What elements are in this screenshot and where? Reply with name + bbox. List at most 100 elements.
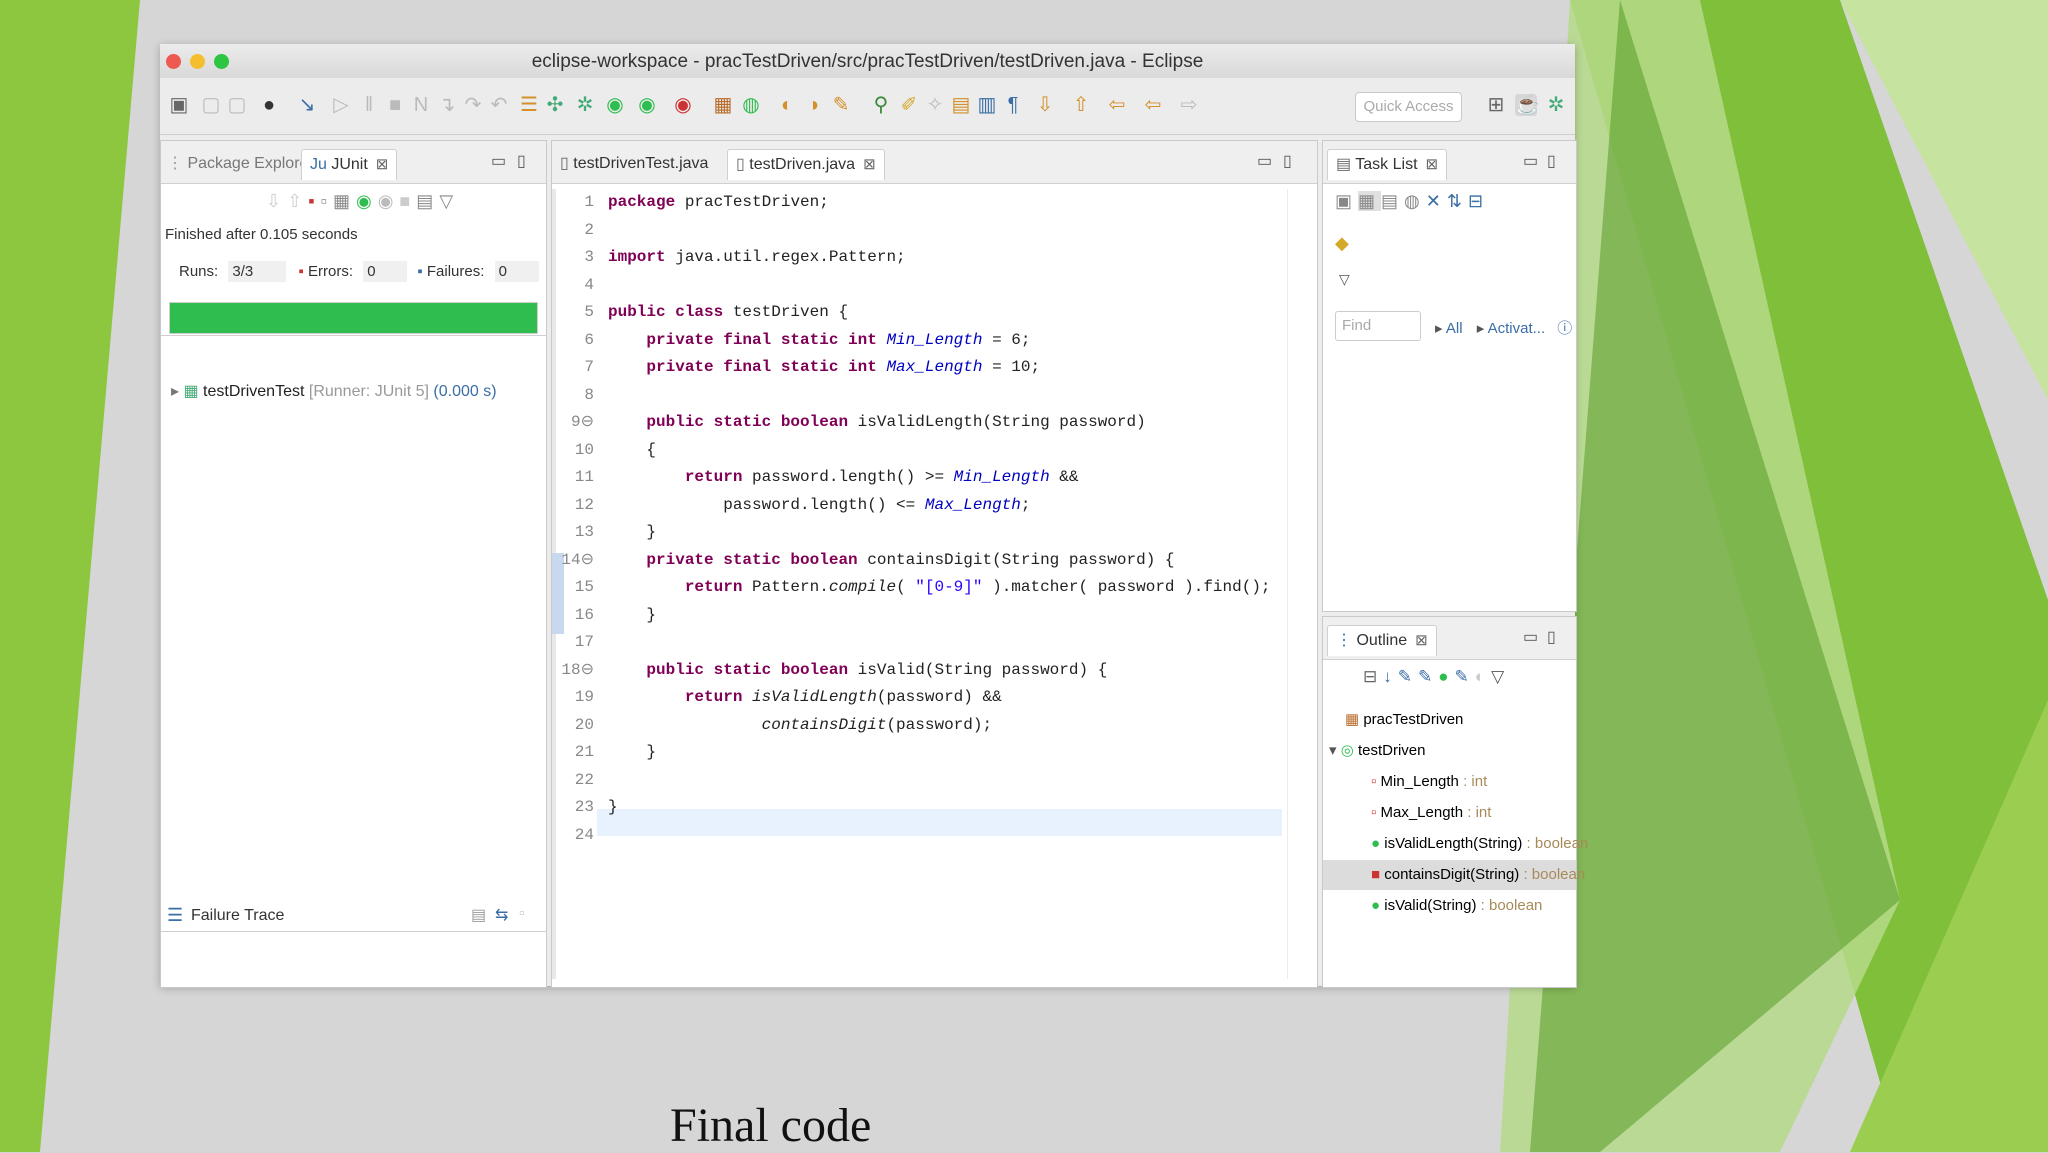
hide-static-icon[interactable]: ✎ <box>1418 667 1438 686</box>
terminate-icon[interactable]: ■ <box>384 94 406 116</box>
history-icon[interactable]: ▤ <box>416 191 439 211</box>
profile-icon[interactable]: ● <box>258 94 280 116</box>
close-icon[interactable]: ⊠ <box>376 156 389 173</box>
task-repository-icon[interactable]: ◆ <box>1335 233 1349 254</box>
minimize-icon[interactable]: ▭ <box>1257 151 1272 171</box>
java-perspective-icon[interactable]: ☕ <box>1515 94 1540 116</box>
previous-annotation-icon[interactable]: ⇧ <box>1070 94 1092 116</box>
copy-trace-icon[interactable]: ▫ <box>519 905 525 923</box>
outline-item-method[interactable]: ● isValidLength(String) : boolean <box>1371 829 1588 859</box>
expand-arrow-icon[interactable]: ▸ <box>171 383 183 400</box>
search-icon[interactable]: ✎ <box>830 94 852 116</box>
tab-task-list[interactable]: ▤ Task List ⊠ <box>1327 149 1448 180</box>
outline-item-package[interactable]: ▦ pracTestDriven <box>1345 705 1463 735</box>
scheduled-icon[interactable]: ▤ <box>1381 191 1404 211</box>
view-menu-icon[interactable]: ▽ <box>439 191 459 211</box>
minimize-icon[interactable]: ▭ <box>1523 627 1538 647</box>
forward-icon[interactable]: ⇨ <box>1178 94 1200 116</box>
rerun-icon[interactable]: ◉ <box>356 191 378 211</box>
hide-nonpublic-icon[interactable]: ● <box>1438 667 1454 686</box>
open-task-icon[interactable]: ◑ <box>802 94 824 116</box>
open-type-icon[interactable]: ◐ <box>776 94 798 116</box>
compare-results-icon[interactable]: ⇆ <box>495 905 508 925</box>
outline-item-method[interactable]: ■ containsDigit(String) : boolean <box>1371 860 1585 890</box>
save-all-icon[interactable]: ▢ <box>226 94 248 116</box>
toggle-block-icon[interactable]: ✧ <box>924 94 946 116</box>
stop-icon[interactable]: ■ <box>399 191 416 211</box>
collapse-all-icon[interactable]: ⊟ <box>1363 667 1383 686</box>
show-whitespace-icon[interactable]: ▥ <box>976 94 998 116</box>
close-icon[interactable]: ⊠ <box>863 156 876 173</box>
expand-arrow-icon[interactable]: ▾ <box>1329 742 1341 759</box>
categorized-icon[interactable]: ▦ <box>1358 191 1382 211</box>
tab-testdriven[interactable]: ▯ testDriven.java ⊠ <box>727 149 885 180</box>
test-tree-item[interactable]: ▸ ▦ testDrivenTest [Runner: JUnit 5] (0.… <box>171 381 497 401</box>
view-menu-icon[interactable]: ▽ <box>1491 667 1510 686</box>
tab-junit[interactable]: Ju JUnit ⊠ <box>301 149 398 180</box>
back-history-icon[interactable]: ⇦ <box>1142 94 1164 116</box>
previous-failure-icon[interactable]: ⇧ <box>287 191 308 211</box>
next-failure-icon[interactable]: ⇩ <box>266 191 287 211</box>
close-icon[interactable]: ⊠ <box>1426 156 1439 173</box>
word-wrap-icon[interactable]: ▤ <box>950 94 972 116</box>
step-over-icon[interactable]: ↷ <box>462 94 484 116</box>
mark-occurrences-icon[interactable]: ✐ <box>898 94 920 116</box>
minimize-icon[interactable]: ▭ <box>1523 151 1538 171</box>
focus-icon[interactable]: ◍ <box>1404 191 1426 211</box>
new-icon[interactable]: ▣ <box>168 94 190 116</box>
pin-icon[interactable]: ⚲ <box>870 94 892 116</box>
skip-breakpoints-icon[interactable]: ↘ <box>296 94 318 116</box>
debug-perspective-icon[interactable]: ✲ <box>1545 94 1567 116</box>
back-icon[interactable]: ⇦ <box>1106 94 1128 116</box>
outline-item-field[interactable]: ▫ Min_Length : int <box>1371 767 1487 797</box>
help-icon[interactable]: ⓘ <box>1557 320 1572 337</box>
minimize-icon[interactable]: ▭ <box>491 151 506 171</box>
outline-item-field[interactable]: ▫ Max_Length : int <box>1371 798 1491 828</box>
step-return-icon[interactable]: ↶ <box>488 94 510 116</box>
outline-item-method[interactable]: ● isValid(String) : boolean <box>1371 891 1542 921</box>
close-icon[interactable]: ⊠ <box>1415 632 1428 649</box>
next-annotation-icon[interactable]: ⇩ <box>1034 94 1056 116</box>
maximize-icon[interactable]: ▯ <box>1283 151 1292 171</box>
link-editor-icon[interactable]: ◐ <box>1475 667 1491 686</box>
hide-local-types-icon[interactable]: ✎ <box>1455 667 1475 686</box>
coverage-icon[interactable]: ✣ <box>544 94 566 116</box>
new-java-package-icon[interactable]: ▦ <box>712 94 734 116</box>
open-console-icon[interactable]: ☰ <box>518 94 540 116</box>
run-last-icon[interactable]: ◉ <box>636 94 658 116</box>
maximize-icon[interactable]: ▯ <box>1547 151 1556 171</box>
hide-completed-icon[interactable]: ✕ <box>1426 191 1447 211</box>
view-menu-icon[interactable]: ▽ <box>1339 271 1350 288</box>
code-area[interactable]: 1 package pracTestDriven; 2 3 import java.… <box>552 189 1317 979</box>
formatting-marks-icon[interactable]: ¶ <box>1002 94 1024 116</box>
layout-icon[interactable]: ▦ <box>333 191 356 211</box>
sort-icon[interactable]: ↓ <box>1383 667 1398 686</box>
new-task-icon[interactable]: ▣ <box>1335 191 1358 211</box>
sync-icon[interactable]: ⇅ <box>1447 191 1468 211</box>
scroll-lock-icon[interactable]: ▫ <box>321 191 333 211</box>
collapse-all-icon[interactable]: ⊟ <box>1468 191 1489 211</box>
outline-item-class[interactable]: ▾ ◎ testDriven <box>1329 736 1426 766</box>
tab-testdriventest[interactable]: ▯ testDrivenTest.java <box>560 149 708 179</box>
hide-fields-icon[interactable]: ✎ <box>1398 667 1418 686</box>
maximize-icon[interactable]: ▯ <box>1547 627 1556 647</box>
step-into-icon[interactable]: ↴ <box>436 94 458 116</box>
rerun-failed-icon[interactable]: ◉ <box>378 191 400 211</box>
suspend-icon[interactable]: ‖ <box>358 94 380 116</box>
disconnect-icon[interactable]: N <box>410 94 432 116</box>
activate-link[interactable]: Activat... <box>1488 320 1546 337</box>
debug-icon[interactable]: ✲ <box>574 94 596 116</box>
new-java-class-icon[interactable]: ◍ <box>740 94 762 116</box>
tab-package-explorer[interactable]: ⋮ Package Explorer <box>167 149 314 179</box>
resume-icon[interactable]: ▷ <box>330 94 352 116</box>
filter-stack-icon[interactable]: ▤ <box>471 905 486 925</box>
external-tools-icon[interactable]: ◉ <box>672 94 694 116</box>
run-icon[interactable]: ◉ <box>604 94 626 116</box>
task-find-input[interactable]: Find <box>1335 311 1421 341</box>
all-link[interactable]: All <box>1446 320 1463 337</box>
maximize-icon[interactable]: ▯ <box>517 151 526 171</box>
quick-access-field[interactable]: Quick Access <box>1355 92 1462 122</box>
save-icon[interactable]: ▢ <box>200 94 222 116</box>
tab-outline[interactable]: ⋮ Outline ⊠ <box>1327 625 1437 656</box>
open-perspective-icon[interactable]: ⊞ <box>1485 94 1507 116</box>
